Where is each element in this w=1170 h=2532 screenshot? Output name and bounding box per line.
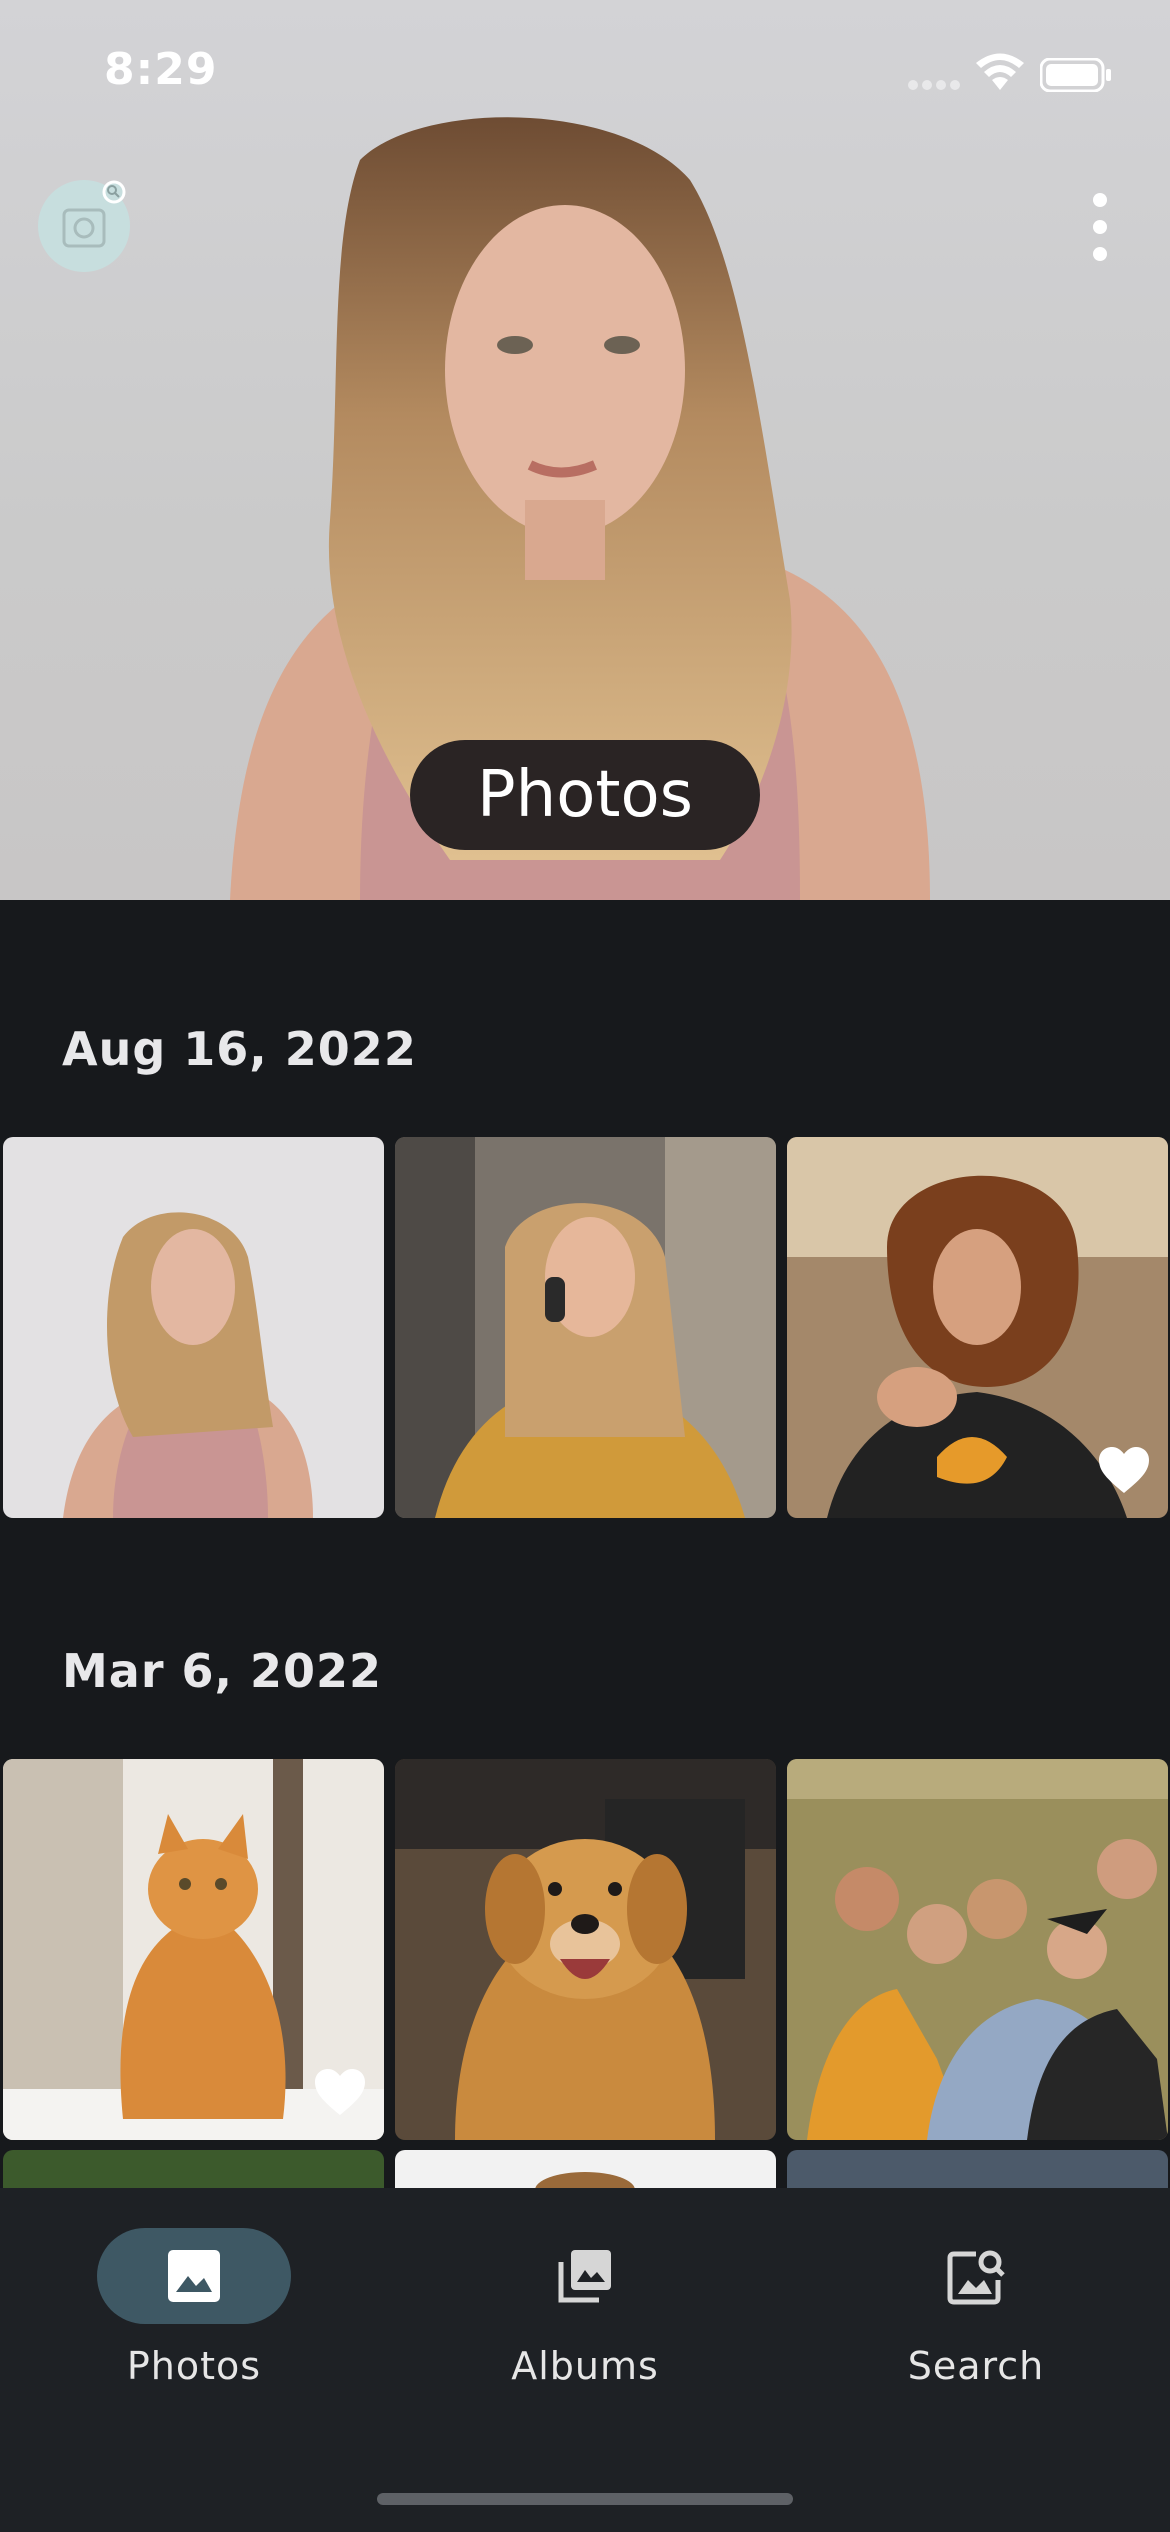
photo-icon	[168, 2250, 220, 2302]
photo-row	[3, 1759, 1168, 2140]
status-bar: 8:29	[0, 0, 1170, 150]
camera-icon	[62, 180, 126, 248]
battery-icon	[1040, 58, 1111, 92]
nav-item-albums[interactable]: Albums	[435, 2228, 735, 2428]
section-date: Aug 16, 2022	[62, 1022, 417, 1076]
albums-icon	[558, 2250, 611, 2303]
nav-item-search[interactable]: Search	[826, 2228, 1126, 2428]
photo-thumbnail[interactable]	[3, 1759, 384, 2140]
photo-thumbnail[interactable]	[395, 1137, 776, 1518]
section-date: Mar 6, 2022	[62, 1644, 383, 1698]
nav-label: Photos	[126, 2344, 262, 2388]
nav-label: Search	[907, 2344, 1045, 2388]
image-search-icon	[947, 2250, 1005, 2305]
nav-item-photos[interactable]: Photos	[44, 2228, 344, 2428]
status-time: 8:29	[104, 44, 218, 95]
more-options-icon[interactable]	[1080, 190, 1120, 264]
photo-thumbnail[interactable]	[3, 1137, 384, 1518]
photo-thumbnail[interactable]	[787, 1137, 1168, 1518]
wifi-icon	[976, 53, 1024, 90]
album-title-pill: Photos	[410, 740, 760, 850]
nav-label: Albums	[511, 2344, 659, 2388]
favorite-heart-icon	[1099, 1447, 1149, 1493]
photo-row	[3, 1137, 1168, 1518]
photo-thumbnail[interactable]	[3, 2150, 384, 2190]
photo-thumbnail[interactable]	[787, 1759, 1168, 2140]
photo-thumbnail[interactable]	[395, 2150, 776, 2190]
favorite-heart-icon	[315, 2069, 365, 2115]
bottom-navigation: Photos Albums Search	[0, 2188, 1170, 2532]
home-indicator	[377, 2493, 793, 2505]
photo-row-partial	[3, 2150, 1168, 2190]
cellular-signal-icon	[908, 80, 960, 90]
photo-thumbnail[interactable]	[395, 1759, 776, 2140]
camera-search-button[interactable]	[38, 180, 130, 272]
photo-thumbnail[interactable]	[787, 2150, 1168, 2190]
